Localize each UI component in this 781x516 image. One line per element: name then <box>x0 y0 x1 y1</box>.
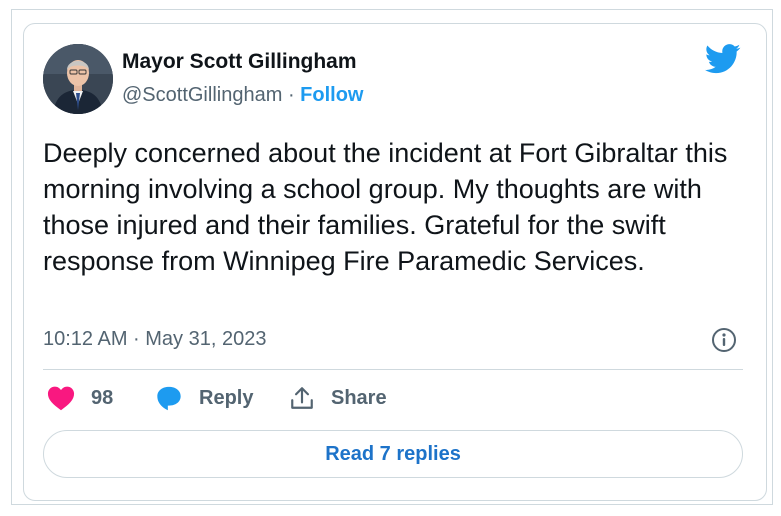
reply-label: Reply <box>199 386 254 409</box>
like-button[interactable]: 98 <box>47 385 113 411</box>
divider <box>43 369 743 370</box>
follow-button[interactable]: Follow <box>300 84 363 106</box>
separator-dot: · <box>287 84 295 106</box>
info-icon[interactable] <box>711 327 737 353</box>
tweet-text: Deeply concerned about the incident at F… <box>43 138 728 276</box>
read-replies-button[interactable]: Read 7 replies <box>43 430 743 478</box>
share-button[interactable]: Share <box>289 385 387 411</box>
read-replies-label: Read 7 replies <box>325 442 461 465</box>
tweet-timestamp[interactable]: 10:12 AM · May 31, 2023 <box>43 328 266 351</box>
share-icon <box>289 385 315 411</box>
like-count: 98 <box>91 386 114 409</box>
avatar[interactable] <box>43 44 113 114</box>
handle-row: @ScottGillingham · Follow <box>122 84 364 107</box>
author-handle[interactable]: @ScottGillingham <box>122 84 282 106</box>
heart-icon <box>47 385 75 411</box>
author-name[interactable]: Mayor Scott Gillingham <box>122 50 357 74</box>
share-label: Share <box>331 386 387 409</box>
reply-bubble-icon <box>155 385 183 411</box>
twitter-bird-icon[interactable] <box>704 44 741 74</box>
reply-button[interactable]: Reply <box>155 385 253 411</box>
